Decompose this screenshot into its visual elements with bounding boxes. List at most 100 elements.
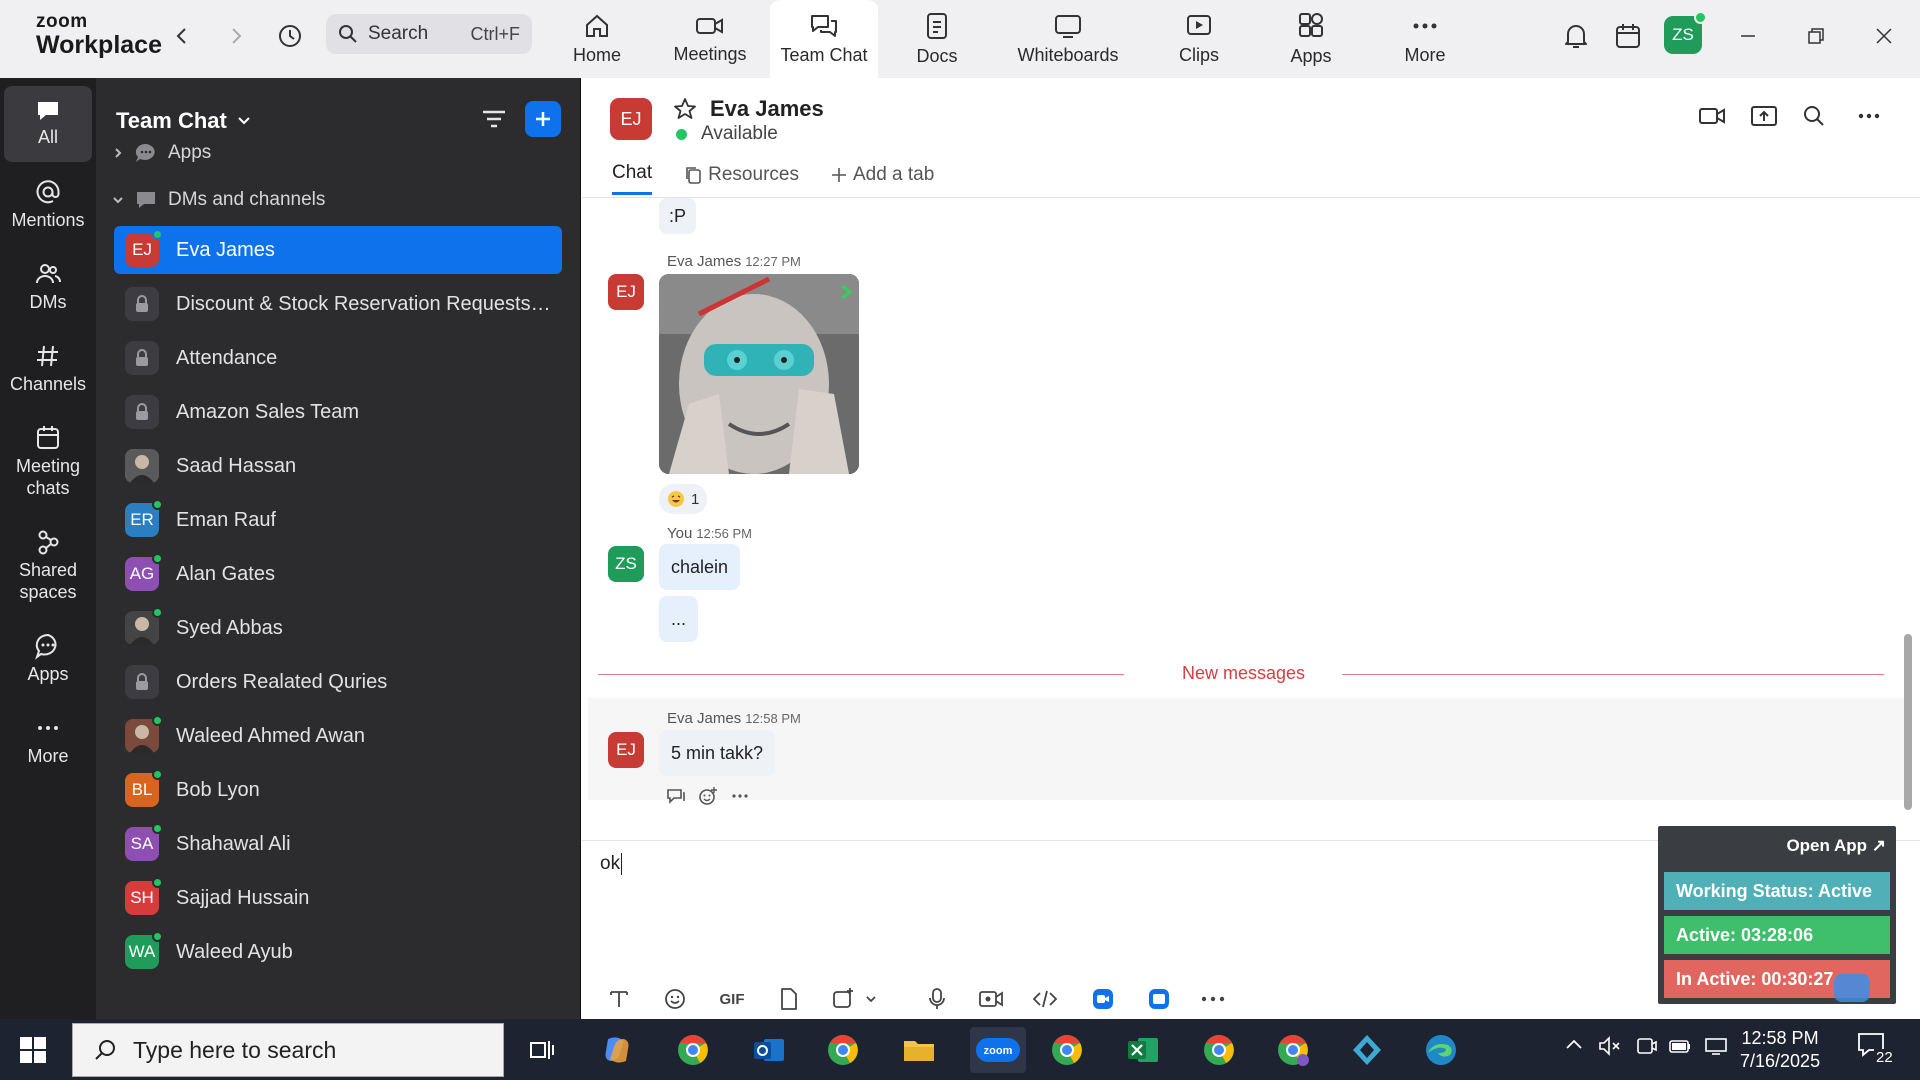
reaction-badge[interactable]: 1	[659, 484, 708, 514]
chrome-icon[interactable]	[670, 1027, 716, 1073]
calendar-icon[interactable]	[1610, 18, 1646, 54]
file-explorer-icon[interactable]	[896, 1027, 942, 1073]
format-text-icon[interactable]	[602, 982, 636, 1016]
contact-name[interactable]: Eva James	[710, 96, 824, 122]
close-icon[interactable]	[1866, 18, 1902, 54]
message-avatar[interactable]: EJ	[608, 732, 644, 768]
list-item[interactable]: Attendance	[114, 334, 562, 382]
bell-icon[interactable]	[1558, 18, 1594, 54]
rail-apps[interactable]: Apps	[4, 632, 92, 686]
list-item[interactable]: ER Eman Rauf	[114, 496, 562, 544]
clips-app-icon[interactable]	[1142, 982, 1176, 1016]
message-bubble[interactable]: ...	[659, 596, 699, 642]
tab-add[interactable]: Add a tab	[831, 164, 934, 194]
minimize-icon[interactable]	[1730, 18, 1766, 54]
nav-meetings[interactable]: Meetings	[660, 0, 760, 78]
more-options-icon[interactable]	[1856, 104, 1882, 128]
list-item[interactable]: SH Sajjad Hussain	[114, 874, 562, 922]
message-avatar[interactable]: EJ	[608, 274, 644, 310]
copilot-icon[interactable]	[594, 1027, 640, 1073]
list-item[interactable]: Syed Abbas	[114, 604, 562, 652]
chrome-icon[interactable]	[820, 1027, 866, 1073]
section-dms-and-channels[interactable]: DMs and channels	[112, 189, 325, 211]
list-item[interactable]: WA Waleed Ayub	[114, 928, 562, 976]
search-icon[interactable]	[1802, 104, 1826, 128]
volume-muted-icon[interactable]	[1598, 1035, 1622, 1057]
display-icon[interactable]	[1704, 1035, 1728, 1057]
nav-more[interactable]: More	[1380, 0, 1470, 78]
share-screen-icon[interactable]	[1750, 104, 1778, 128]
gif-icon[interactable]: GIF	[712, 982, 752, 1016]
taskbar-search[interactable]: Type here to search	[72, 1023, 504, 1077]
list-item[interactable]: AG Alan Gates	[114, 550, 562, 598]
gif-image[interactable]	[659, 274, 859, 474]
avatar[interactable]: ZS	[1664, 11, 1707, 54]
edge-icon[interactable]	[1418, 1027, 1464, 1073]
emoji-icon[interactable]	[658, 982, 692, 1016]
nav-clips[interactable]: Clips	[1154, 0, 1244, 78]
microphone-icon[interactable]	[920, 982, 954, 1016]
list-item[interactable]: Saad Hassan	[114, 442, 562, 490]
search-box[interactable]: Search Ctrl+F	[326, 14, 532, 54]
rail-all[interactable]: All	[4, 86, 92, 162]
add-reaction-icon[interactable]	[698, 786, 718, 806]
message-avatar[interactable]: ZS	[608, 546, 644, 582]
message-bubble[interactable]: :P	[659, 198, 697, 234]
back-icon[interactable]	[164, 18, 200, 54]
screenshot-dropdown[interactable]	[826, 982, 882, 1016]
more-tools-icon[interactable]	[1196, 982, 1230, 1016]
outlook-icon[interactable]	[746, 1027, 792, 1073]
tab-resources[interactable]: Resources	[684, 164, 799, 194]
contact-avatar[interactable]: EJ	[610, 98, 652, 140]
app-diamond-icon[interactable]	[1344, 1027, 1390, 1073]
scrollbar[interactable]	[1904, 634, 1912, 810]
restore-icon[interactable]	[1798, 18, 1834, 54]
rail-dms[interactable]: DMs	[4, 260, 92, 314]
windows-start-icon[interactable]	[20, 1037, 46, 1063]
rail-mentions[interactable]: Mentions	[4, 178, 92, 232]
video-call-icon[interactable]	[1698, 104, 1726, 128]
team-chat-dropdown[interactable]: Team Chat	[116, 108, 251, 134]
nav-team-chat[interactable]: Team Chat	[770, 0, 878, 78]
star-icon[interactable]	[672, 96, 698, 122]
meet-now-icon[interactable]	[1634, 1035, 1658, 1057]
rail-meeting-chats[interactable]: Meeting chats	[4, 424, 92, 499]
list-item[interactable]: SA Shahawal Ali	[114, 820, 562, 868]
notification-center[interactable]: 22	[1856, 1031, 1896, 1069]
file-icon[interactable]	[772, 982, 806, 1016]
tab-chat[interactable]: Chat	[612, 162, 653, 195]
taskbar-clock[interactable]: 12:58 PM 7/16/2025	[1740, 1027, 1820, 1073]
list-item[interactable]: Amazon Sales Team	[114, 388, 562, 436]
new-chat-button[interactable]	[525, 101, 561, 137]
list-item[interactable]: Discount & Stock Reservation Requests O.…	[114, 280, 562, 328]
zoom-taskbar-icon[interactable]: zoom	[970, 1027, 1026, 1073]
list-item[interactable]: Waleed Ahmed Awan	[114, 712, 562, 760]
message-input[interactable]: ok	[600, 853, 623, 875]
list-item[interactable]: Orders Realated Quries	[114, 658, 562, 706]
forward-icon[interactable]	[218, 18, 254, 54]
rail-shared-spaces[interactable]: Shared spaces	[4, 528, 92, 603]
excel-icon[interactable]	[1120, 1027, 1166, 1073]
more-icon[interactable]	[730, 792, 750, 800]
code-snippet-icon[interactable]	[1028, 982, 1062, 1016]
nav-apps[interactable]: Apps	[1266, 0, 1356, 78]
message-bubble[interactable]: 5 min takk?	[659, 730, 776, 776]
section-apps[interactable]: Apps	[112, 142, 211, 164]
nav-whiteboards[interactable]: Whiteboards	[1008, 0, 1128, 78]
task-view-icon[interactable]	[518, 1027, 564, 1073]
zoom-app-icon[interactable]	[1086, 982, 1120, 1016]
filter-icon[interactable]	[481, 106, 507, 132]
chrome-profile-icon[interactable]	[1270, 1027, 1316, 1073]
list-item[interactable]: BL Bob Lyon	[114, 766, 562, 814]
open-app-link[interactable]: Open App ↗	[1786, 836, 1886, 856]
list-item[interactable]: EJ Eva James	[114, 226, 562, 274]
chrome-icon[interactable]	[1044, 1027, 1090, 1073]
rail-channels[interactable]: Channels	[4, 342, 92, 396]
reply-icon[interactable]	[666, 787, 686, 805]
show-hidden-icons[interactable]	[1564, 1035, 1584, 1055]
battery-icon[interactable]	[1668, 1035, 1692, 1057]
video-message-icon[interactable]	[974, 982, 1008, 1016]
message-bubble[interactable]: chalein	[659, 544, 741, 590]
chrome-icon[interactable]	[1196, 1027, 1242, 1073]
nav-home[interactable]: Home	[552, 0, 642, 78]
